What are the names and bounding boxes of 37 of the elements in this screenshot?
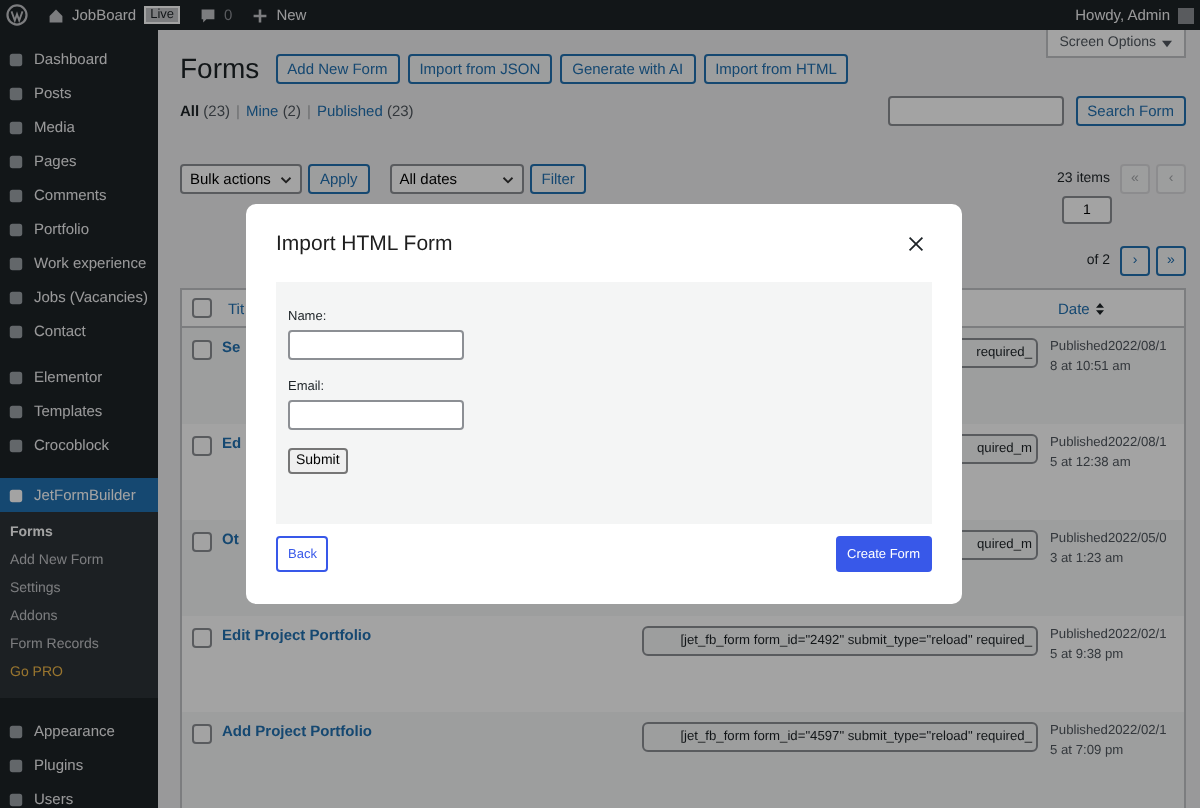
- input-field[interactable]: [288, 330, 464, 360]
- select-all-checkbox[interactable]: [192, 298, 212, 318]
- chevron-down-icon: [280, 175, 292, 183]
- square-icon: [8, 487, 24, 503]
- caret-icon: [1162, 39, 1172, 47]
- row-checkbox[interactable]: [192, 532, 212, 552]
- square-icon: [8, 153, 24, 169]
- square-icon: [8, 187, 24, 203]
- row-checkbox[interactable]: [192, 724, 212, 744]
- square-icon: [8, 369, 24, 385]
- search-field[interactable]: [887, 96, 1064, 126]
- square-icon: [8, 289, 24, 305]
- row-checkbox[interactable]: [192, 628, 212, 648]
- sort-icon: [1095, 301, 1104, 315]
- plus-icon[interactable]: [252, 7, 269, 23]
- square-icon: [8, 51, 24, 67]
- wordpress-logo-icon[interactable]: [6, 4, 28, 26]
- dialog-title: Import HTML Form: [276, 231, 453, 255]
- page-title: Forms: [180, 52, 260, 84]
- square-icon: [8, 791, 24, 807]
- square-icon: [8, 437, 24, 453]
- square-icon: [8, 221, 24, 237]
- square-icon: [8, 757, 24, 773]
- house-icon[interactable]: [48, 7, 64, 23]
- chevron-down-icon: [501, 175, 514, 183]
- square-icon: [8, 119, 24, 135]
- avatar: [1178, 7, 1194, 23]
- square-icon: [8, 255, 24, 271]
- input-field[interactable]: [288, 400, 464, 430]
- speech-bubble-icon[interactable]: [200, 7, 217, 23]
- square-icon: [8, 723, 24, 739]
- square-icon: [8, 403, 24, 419]
- square-icon: [8, 85, 24, 101]
- row-checkbox[interactable]: [192, 340, 212, 360]
- row-checkbox[interactable]: [192, 436, 212, 456]
- square-icon: [8, 323, 24, 339]
- close-icon[interactable]: [908, 235, 924, 251]
